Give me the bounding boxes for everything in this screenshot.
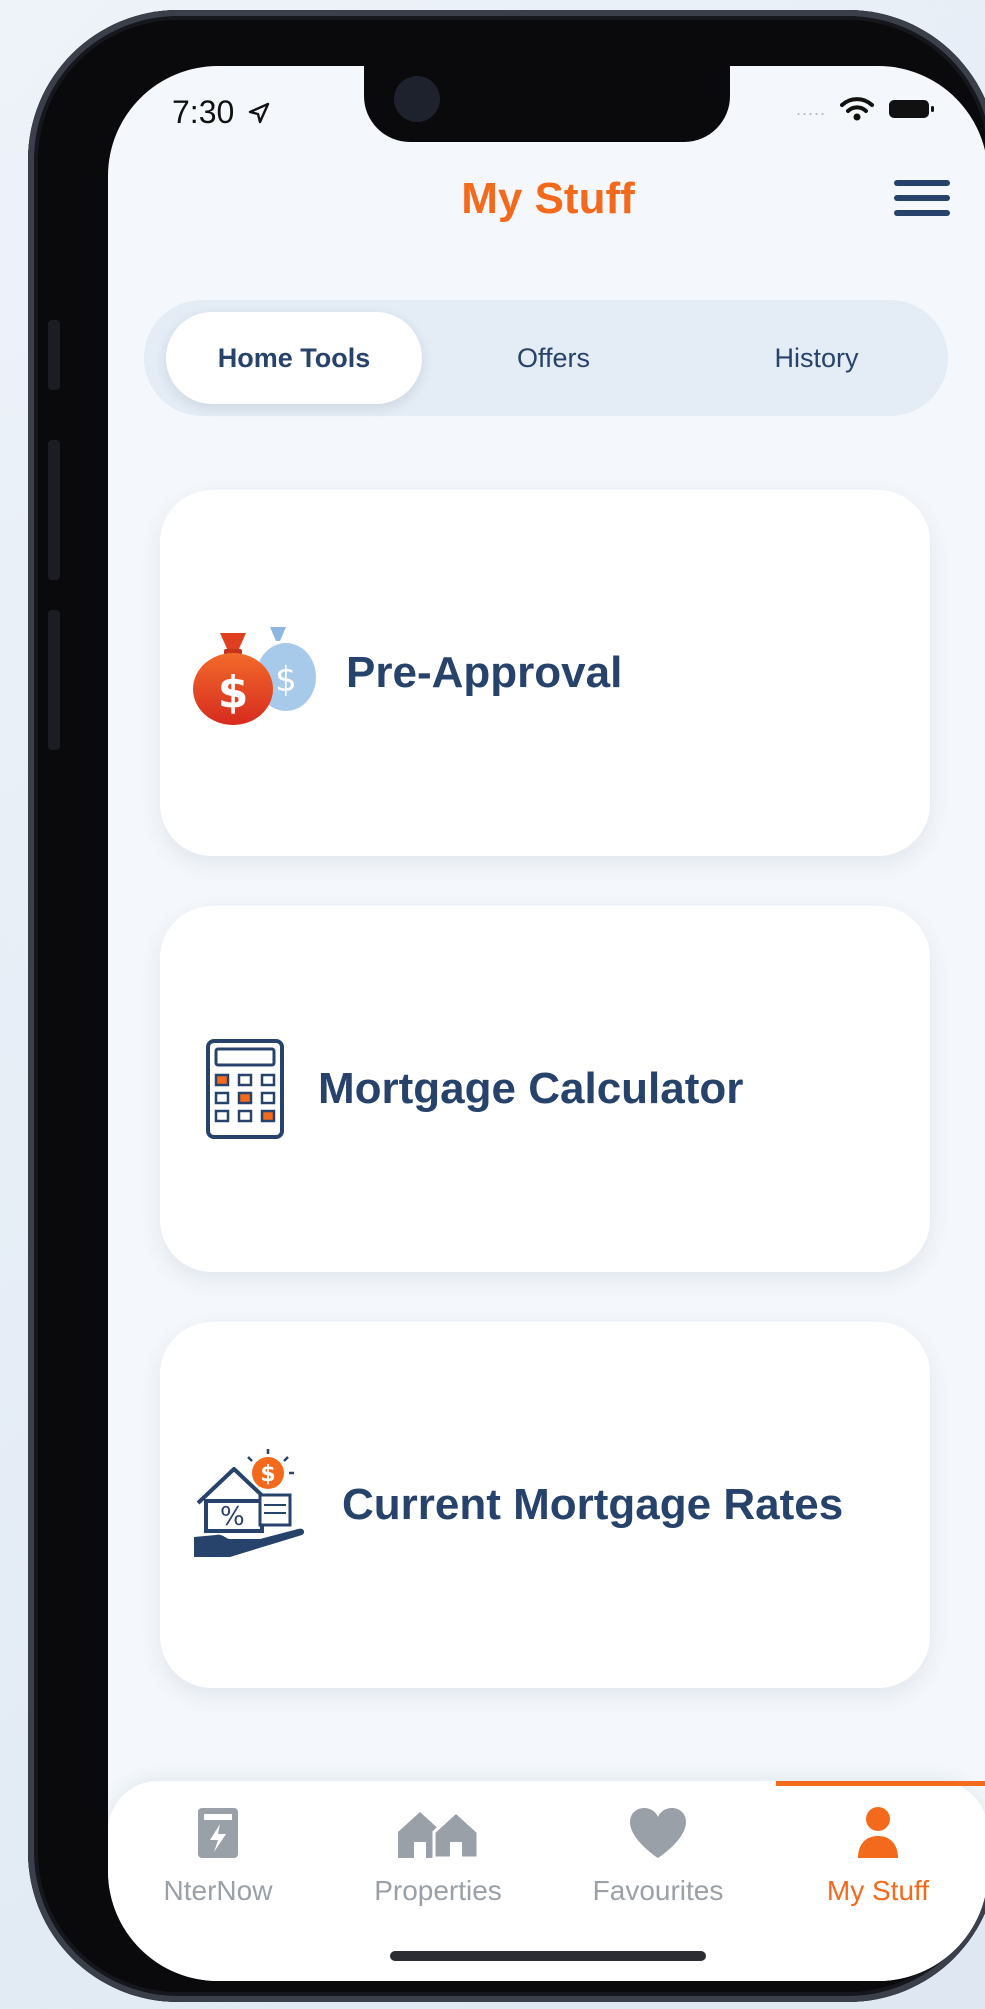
- tab-offers[interactable]: Offers: [422, 312, 685, 404]
- wifi-icon: [840, 97, 874, 121]
- houses-icon: [398, 1809, 480, 1860]
- status-bar-time: 7:30: [172, 94, 271, 131]
- menu-line: [894, 195, 950, 201]
- svg-text:%: %: [220, 1502, 245, 1532]
- status-bar-indicators: .....: [796, 96, 936, 122]
- location-arrow-icon: [248, 102, 270, 124]
- menu-line: [894, 210, 950, 216]
- svg-text:$: $: [218, 667, 249, 718]
- time-text: 7:30: [172, 94, 235, 130]
- app-screen: 7:30 ..... My Stuff Home Tools Offers Hi…: [108, 66, 985, 1981]
- tab-history[interactable]: History: [685, 312, 948, 404]
- battery-icon: [889, 100, 934, 118]
- pre-approval-label: Pre-Approval: [346, 648, 623, 697]
- calculator-icon: [206, 1039, 284, 1139]
- tab-label-nternow: NterNow: [163, 1875, 273, 1906]
- tab-my-stuff[interactable]: My Stuff: [768, 1781, 985, 1981]
- mute-switch: [48, 320, 60, 390]
- home-indicator: [390, 1951, 706, 1961]
- hamburger-menu-button[interactable]: [894, 180, 950, 224]
- pre-approval-card[interactable]: $ $ Pre-Approval: [160, 490, 930, 856]
- page-title: My Stuff: [461, 174, 635, 223]
- current-mortgage-rates-card[interactable]: % $ Current Mortgage Rates: [160, 1322, 930, 1688]
- cellular-signal-icon: .....: [795, 98, 826, 119]
- tab-home-tools[interactable]: Home Tools: [166, 312, 422, 404]
- tab-nternow[interactable]: NterNow: [108, 1781, 328, 1981]
- bottom-tab-bar: NterNow Properties Favourites My Stuff: [108, 1781, 985, 1981]
- tab-label-favourites: Favourites: [592, 1875, 724, 1906]
- heart-icon: [630, 1808, 686, 1858]
- mortgage-calculator-label: Mortgage Calculator: [318, 1064, 744, 1113]
- tab-label-my-stuff: My Stuff: [826, 1875, 930, 1906]
- svg-text:$: $: [260, 1462, 275, 1487]
- mortgage-calculator-card[interactable]: Mortgage Calculator: [160, 906, 930, 1272]
- camera: [394, 76, 440, 122]
- phone-frame: 7:30 ..... My Stuff Home Tools Offers Hi…: [28, 10, 985, 2002]
- svg-text:$: $: [275, 660, 297, 700]
- segmented-control: Home Tools Offers History: [144, 300, 948, 416]
- volume-down-button: [48, 610, 60, 750]
- volume-up-button: [48, 440, 60, 580]
- phone-icon: [198, 1808, 238, 1858]
- house-rates-icon: % $: [194, 1449, 305, 1557]
- tab-label-properties: Properties: [374, 1875, 502, 1906]
- current-mortgage-rates-label: Current Mortgage Rates: [342, 1480, 844, 1529]
- person-icon: [858, 1807, 898, 1858]
- money-bags-icon: $ $: [193, 627, 316, 725]
- menu-line: [894, 180, 950, 186]
